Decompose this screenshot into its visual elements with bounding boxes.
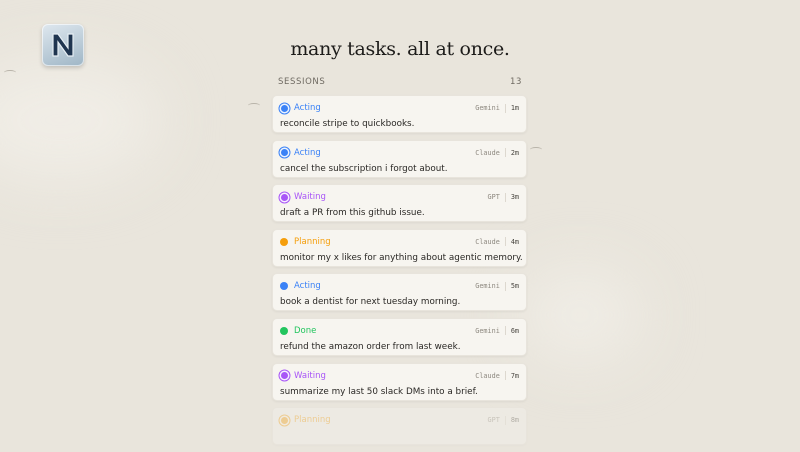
divider — [504, 192, 506, 202]
session-age: 8m — [510, 416, 519, 425]
session-card[interactable]: Acting Gemini 5m book a dentist for next t… — [272, 273, 527, 312]
session-card[interactable]: Waiting Claude 7m summarize my last 50 sla… — [272, 362, 527, 401]
bird-icon — [248, 103, 260, 108]
session-model: Claude — [475, 237, 500, 246]
session-card[interactable]: Planning GPT 8m — [272, 407, 527, 446]
sessions-label: SESSIONS — [278, 77, 326, 87]
session-card[interactable]: Planning Claude 4m monitor my x likes for … — [272, 228, 527, 267]
session-age: 6m — [510, 326, 519, 335]
divider — [504, 148, 506, 158]
session-age: 2m — [510, 148, 519, 157]
session-card[interactable]: Acting Gemini 1m reconcile stripe to quick… — [272, 95, 527, 133]
session-model: Gemini — [475, 282, 500, 291]
session-status: Waiting — [294, 370, 326, 381]
session-age: 7m — [510, 371, 519, 380]
session-status: Planning — [294, 236, 331, 247]
status-dot-icon — [281, 104, 288, 112]
sessions-header: SESSIONS 13 — [278, 77, 522, 87]
session-model: GPT — [487, 193, 500, 202]
session-model: Gemini — [475, 326, 500, 335]
status-dot-icon — [280, 282, 288, 291]
divider — [504, 103, 506, 113]
background-haze — [0, 60, 160, 180]
session-status: Done — [294, 325, 317, 336]
status-dot-icon — [280, 326, 288, 335]
page-headline: many tasks. all at once. — [290, 38, 510, 60]
session-age: 3m — [510, 193, 519, 202]
divider — [504, 326, 506, 336]
status-dot-icon — [281, 193, 288, 201]
session-model: Gemini — [475, 104, 500, 112]
session-status: Waiting — [294, 192, 326, 203]
divider — [504, 237, 506, 247]
status-dot-icon — [281, 149, 288, 157]
session-task: monitor my x likes for anything about ag… — [280, 252, 523, 263]
session-task: cancel the subscription i forgot about. — [280, 163, 448, 174]
session-task: draft a PR from this github issue. — [280, 208, 425, 219]
divider — [504, 415, 506, 425]
session-model: GPT — [487, 416, 500, 425]
session-task: reconcile stripe to quickbooks. — [280, 119, 415, 129]
session-task: book a dentist for next tuesday morning. — [280, 297, 461, 308]
status-dot-icon — [281, 416, 288, 424]
session-status: Acting — [294, 281, 321, 292]
bird-icon — [4, 70, 16, 75]
session-card[interactable]: Waiting GPT 3m draft a PR from this github… — [272, 184, 527, 223]
status-dot-icon — [281, 372, 288, 380]
divider — [504, 371, 506, 381]
sessions-count: 13 — [509, 77, 522, 87]
session-age: 5m — [510, 282, 519, 291]
session-status: Acting — [294, 103, 321, 113]
session-age: 4m — [510, 237, 519, 246]
session-model: Claude — [475, 371, 500, 380]
session-age: 1m — [510, 104, 519, 112]
bird-icon — [530, 147, 542, 152]
background-haze — [520, 270, 640, 360]
session-task: summarize my last 50 slack DMs into a br… — [280, 386, 478, 397]
session-model: Claude — [475, 148, 500, 157]
session-list: Acting Gemini 1m reconcile stripe to quick… — [272, 95, 527, 452]
session-card[interactable]: Done Gemini 6m refund the amazon order fro… — [272, 317, 527, 356]
status-dot-icon — [280, 237, 288, 246]
session-task: refund the amazon order from last week. — [280, 341, 461, 352]
divider — [504, 281, 506, 291]
session-card[interactable]: Acting Claude 2m cancel the subscription i… — [272, 139, 527, 178]
session-status: Planning — [294, 415, 331, 426]
session-status: Acting — [294, 147, 321, 158]
